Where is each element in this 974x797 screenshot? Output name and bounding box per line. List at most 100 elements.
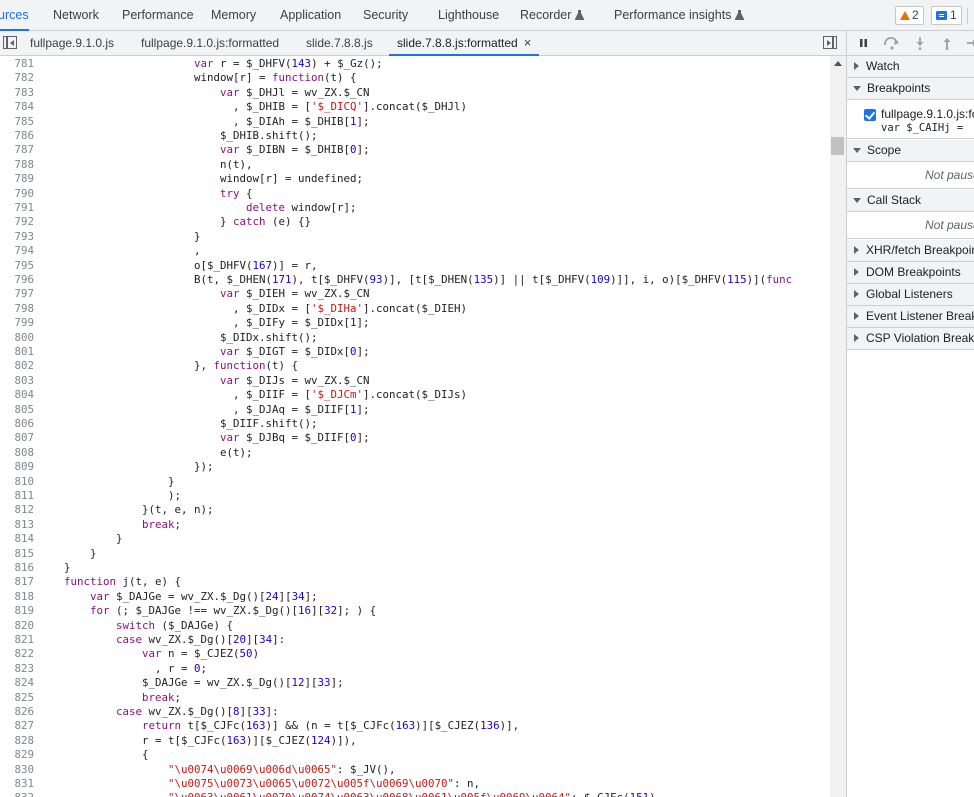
line-number[interactable]: 792 bbox=[0, 215, 34, 229]
line-number[interactable]: 786 bbox=[0, 129, 34, 143]
code-line[interactable]: 806 $_DIIF.shift(); bbox=[0, 417, 830, 431]
code-line[interactable]: 813 break; bbox=[0, 518, 830, 532]
code-line[interactable]: 828 r = t[$_CJFc(163)][$_CJEZ(124)]), bbox=[0, 734, 830, 748]
code-line[interactable]: 800 $_DIDx.shift(); bbox=[0, 331, 830, 345]
line-number[interactable]: 829 bbox=[0, 748, 34, 762]
line-number[interactable]: 790 bbox=[0, 187, 34, 201]
tab-sources[interactable]: urces bbox=[0, 0, 29, 31]
line-number[interactable]: 791 bbox=[0, 201, 34, 215]
line-number[interactable]: 820 bbox=[0, 619, 34, 633]
file-tab[interactable]: fullpage.9.1.0.js:formatted bbox=[141, 31, 279, 55]
line-number[interactable]: 782 bbox=[0, 71, 34, 85]
code-line[interactable]: 816 } bbox=[0, 561, 830, 575]
line-number[interactable]: 811 bbox=[0, 489, 34, 503]
line-number[interactable]: 806 bbox=[0, 417, 34, 431]
line-number[interactable]: 802 bbox=[0, 359, 34, 373]
line-number[interactable]: 815 bbox=[0, 547, 34, 561]
tab-memory[interactable]: Memory bbox=[211, 0, 256, 30]
tab-performance[interactable]: Performance bbox=[122, 0, 194, 30]
section-watch[interactable]: Watch bbox=[847, 56, 974, 78]
line-number[interactable]: 795 bbox=[0, 259, 34, 273]
tab-network[interactable]: Network bbox=[53, 0, 99, 30]
section-event-listener-breakpoints[interactable]: Event Listener Breakpoints bbox=[847, 306, 974, 328]
tab-security[interactable]: Security bbox=[363, 0, 408, 30]
line-number[interactable]: 787 bbox=[0, 143, 34, 157]
line-number[interactable]: 803 bbox=[0, 374, 34, 388]
code-line[interactable]: 814 } bbox=[0, 532, 830, 546]
code-line[interactable]: 822 var n = $_CJEZ(50) bbox=[0, 647, 830, 661]
line-number[interactable]: 817 bbox=[0, 575, 34, 589]
code-line[interactable]: 815 } bbox=[0, 547, 830, 561]
file-tab[interactable]: slide.7.8.8.js bbox=[306, 31, 373, 55]
line-number[interactable]: 831 bbox=[0, 777, 34, 791]
line-number[interactable]: 822 bbox=[0, 647, 34, 661]
code-line[interactable]: 825 break; bbox=[0, 691, 830, 705]
code-line[interactable]: 803 var $_DIJs = wv_ZX.$_CN bbox=[0, 374, 830, 388]
code-line[interactable]: 794 , bbox=[0, 244, 830, 258]
section-global-listeners[interactable]: Global Listeners bbox=[847, 284, 974, 306]
line-number[interactable]: 807 bbox=[0, 431, 34, 445]
code-line[interactable]: 824 $_DAJGe = wv_ZX.$_Dg()[12][33]; bbox=[0, 676, 830, 690]
code-line[interactable]: 804 , $_DIIF = ['$_DJCm'].concat($_DIJs) bbox=[0, 388, 830, 402]
code-line[interactable]: 821 case wv_ZX.$_Dg()[20][34]: bbox=[0, 633, 830, 647]
line-number[interactable]: 823 bbox=[0, 662, 34, 676]
toggle-debugger-icon[interactable] bbox=[823, 36, 837, 49]
breakpoint-item[interactable]: fullpage.9.1.0.js:fo var $_CAIHj = bbox=[847, 105, 974, 139]
code-editor[interactable]: 781 var r = $_DHFV(143) + $_Gz(); 782 win… bbox=[0, 56, 846, 797]
line-number[interactable]: 824 bbox=[0, 676, 34, 690]
code-line[interactable]: 831 "\u0075\u0073\u0065\u0072\u005f\u006… bbox=[0, 777, 830, 791]
line-number[interactable]: 808 bbox=[0, 446, 34, 460]
line-number[interactable]: 805 bbox=[0, 403, 34, 417]
tab-recorder[interactable]: Recorder bbox=[520, 0, 585, 30]
line-number[interactable]: 798 bbox=[0, 302, 34, 316]
code-line[interactable]: 789 window[r] = undefined; bbox=[0, 172, 830, 186]
line-number[interactable]: 813 bbox=[0, 518, 34, 532]
code-line[interactable]: 805 , $_DJAq = $_DIIF[1]; bbox=[0, 403, 830, 417]
line-number[interactable]: 781 bbox=[0, 57, 34, 71]
code-line[interactable]: 817 function j(t, e) { bbox=[0, 575, 830, 589]
code-line[interactable]: 802 }, function(t) { bbox=[0, 359, 830, 373]
section-xhr-breakpoints[interactable]: XHR/fetch Breakpoints bbox=[847, 240, 974, 262]
line-number[interactable]: 812 bbox=[0, 503, 34, 517]
line-number[interactable]: 821 bbox=[0, 633, 34, 647]
line-number[interactable]: 809 bbox=[0, 460, 34, 474]
line-number[interactable]: 801 bbox=[0, 345, 34, 359]
warnings-badge[interactable]: 2 bbox=[895, 6, 924, 25]
step-into-icon[interactable] bbox=[915, 36, 925, 50]
pause-icon[interactable] bbox=[859, 36, 868, 50]
editor-scrollbar[interactable] bbox=[830, 56, 846, 797]
code-line[interactable]: 790 try { bbox=[0, 187, 830, 201]
step-icon[interactable] bbox=[967, 36, 974, 50]
tab-application[interactable]: Application bbox=[280, 0, 341, 30]
code-line[interactable]: 812 }(t, e, n); bbox=[0, 503, 830, 517]
line-number[interactable]: 825 bbox=[0, 691, 34, 705]
line-number[interactable]: 804 bbox=[0, 388, 34, 402]
code-line[interactable]: 818 var $_DAJGe = wv_ZX.$_Dg()[24][34]; bbox=[0, 590, 830, 604]
code-line[interactable]: 811 ); bbox=[0, 489, 830, 503]
code-line[interactable]: 829 { bbox=[0, 748, 830, 762]
section-dom-breakpoints[interactable]: DOM Breakpoints bbox=[847, 262, 974, 284]
code-line[interactable]: 781 var r = $_DHFV(143) + $_Gz(); bbox=[0, 57, 830, 71]
code-line[interactable]: 796 B(t, $_DHEN(171), t[$_DHFV(93)], [t[… bbox=[0, 273, 830, 287]
code-line[interactable]: 795 o[$_DHFV(167)] = r, bbox=[0, 259, 830, 273]
code-line[interactable]: 791 delete window[r]; bbox=[0, 201, 830, 215]
code-line[interactable]: 787 var $_DIBN = $_DHIB[0]; bbox=[0, 143, 830, 157]
code-line[interactable]: 792 } catch (e) {} bbox=[0, 215, 830, 229]
code-line[interactable]: 784 , $_DHIB = ['$_DICQ'].concat($_DHJl) bbox=[0, 100, 830, 114]
line-number[interactable]: 826 bbox=[0, 705, 34, 719]
line-number[interactable]: 800 bbox=[0, 331, 34, 345]
code-line[interactable]: 808 e(t); bbox=[0, 446, 830, 460]
toggle-navigator-icon[interactable] bbox=[3, 36, 17, 49]
line-number[interactable]: 814 bbox=[0, 532, 34, 546]
line-number[interactable]: 827 bbox=[0, 719, 34, 733]
code-line[interactable]: 793 } bbox=[0, 230, 830, 244]
file-tab[interactable]: fullpage.9.1.0.js bbox=[30, 31, 114, 55]
code-line[interactable]: 799 , $_DIFy = $_DIDx[1]; bbox=[0, 316, 830, 330]
step-over-icon[interactable] bbox=[883, 36, 901, 50]
code-line[interactable]: 823 , r = 0; bbox=[0, 662, 830, 676]
line-number[interactable]: 816 bbox=[0, 561, 34, 575]
line-number[interactable]: 785 bbox=[0, 115, 34, 129]
code-line[interactable]: 786 $_DHIB.shift(); bbox=[0, 129, 830, 143]
line-number[interactable]: 784 bbox=[0, 100, 34, 114]
line-number[interactable]: 797 bbox=[0, 287, 34, 301]
